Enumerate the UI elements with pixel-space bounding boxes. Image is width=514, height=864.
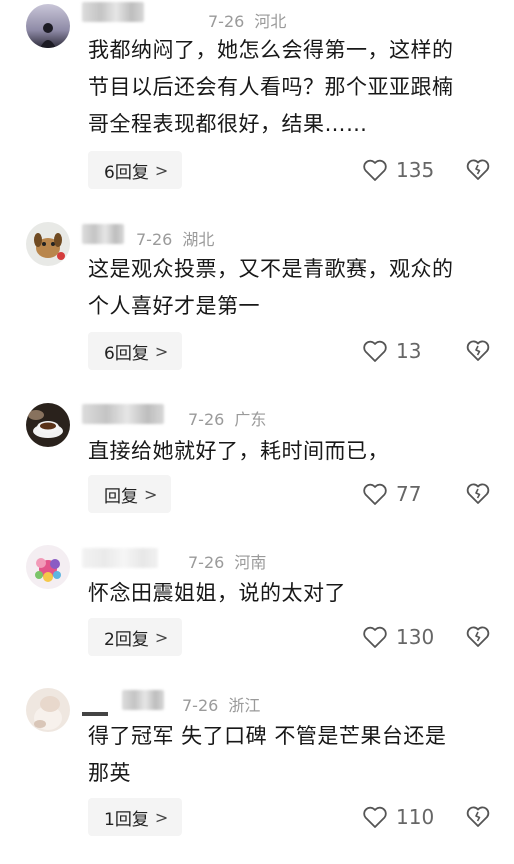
like-button[interactable]: 135 [362, 158, 434, 182]
comment-text-line: 个人喜好才是第一 [88, 294, 260, 318]
comment-text-line: 节目以后还会有人看吗？那个亚亚跟楠 [88, 75, 454, 99]
reply-count-label: 6回复 [104, 162, 149, 183]
avatar[interactable] [26, 545, 70, 589]
chevron-right-icon: > [154, 160, 169, 180]
broken-heart-icon[interactable] [466, 482, 490, 506]
comment-text-line: 得了冠军 失了口碑 不管是芒果台还是 [88, 724, 447, 748]
comment-date: 7-26 [188, 553, 225, 572]
comment-meta: 7-26 湖北 [136, 226, 214, 250]
reply-count-label: 6回复 [104, 343, 149, 364]
username-fragment [82, 712, 108, 716]
comment-text-line: 这是观众投票，又不是青歌赛，观众的 [88, 257, 454, 281]
comment-text: 我都纳闷了，她怎么会得第一，这样的 节目以后还会有人看吗？那个亚亚跟楠 哥全程表… [88, 32, 498, 143]
avatar[interactable] [26, 4, 70, 48]
comment-meta: 7-26 浙江 [182, 692, 260, 716]
broken-heart-icon[interactable] [466, 158, 490, 182]
avatar[interactable] [26, 222, 70, 266]
comment-text: 直接给她就好了，耗时间而已， [88, 433, 498, 470]
username-blurred[interactable] [82, 224, 124, 244]
chevron-right-icon: > [144, 484, 158, 504]
avatar[interactable] [26, 403, 70, 447]
broken-heart-icon[interactable] [466, 625, 490, 649]
view-replies-button[interactable]: 回复 > [88, 475, 172, 513]
comment-location: 河南 [234, 553, 267, 572]
comment-date: 7-26 [136, 230, 173, 249]
view-replies-button[interactable]: 1回复 > [88, 798, 183, 836]
view-replies-button[interactable]: 6回复 > [88, 151, 183, 189]
comment-text: 怀念田震姐姐，说的太对了 [88, 575, 498, 612]
reply-count-label: 2回复 [104, 629, 149, 650]
comment-text-line: 那英 [88, 761, 131, 785]
like-count: 77 [396, 482, 422, 506]
comment-location: 浙江 [228, 696, 261, 715]
comment-date: 7-26 [182, 696, 219, 715]
comment-text: 得了冠军 失了口碑 不管是芒果台还是 那英 [88, 718, 498, 792]
comment-meta: 7-26 河南 [188, 549, 266, 573]
username-blurred[interactable] [82, 404, 164, 424]
like-button[interactable]: 110 [362, 805, 434, 829]
comment-meta: 7-26 广东 [188, 406, 266, 430]
chevron-right-icon: > [154, 341, 169, 361]
comment-location: 广东 [234, 410, 267, 429]
broken-heart-icon[interactable] [466, 339, 490, 363]
like-count: 130 [396, 625, 435, 649]
heart-outline-icon [363, 159, 387, 181]
heart-outline-icon [363, 483, 387, 505]
comment-text-line: 我都纳闷了，她怎么会得第一，这样的 [88, 38, 454, 62]
like-button[interactable]: 77 [362, 482, 421, 506]
like-count: 110 [396, 805, 435, 829]
heart-outline-icon [363, 340, 387, 362]
like-button[interactable]: 130 [362, 625, 434, 649]
reply-count-label: 1回复 [104, 809, 149, 830]
avatar[interactable] [26, 688, 70, 732]
heart-outline-icon [363, 626, 387, 648]
view-replies-button[interactable]: 6回复 > [88, 332, 183, 370]
username-blurred[interactable] [122, 690, 164, 710]
comment-meta: 7-26 河北 [208, 8, 286, 32]
chevron-right-icon: > [154, 627, 169, 647]
heart-outline-icon [363, 806, 387, 828]
like-button[interactable]: 13 [362, 339, 421, 363]
reply-count-label: 回复 [104, 486, 138, 507]
comment-location: 河北 [254, 12, 287, 31]
comment-location: 湖北 [182, 230, 215, 249]
chevron-right-icon: > [154, 807, 169, 827]
username-blurred[interactable] [82, 548, 158, 568]
comment-text-line: 直接给她就好了，耗时间而已， [88, 439, 389, 463]
comment-text: 这是观众投票，又不是青歌赛，观众的 个人喜好才是第一 [88, 251, 498, 325]
like-count: 135 [396, 158, 435, 182]
like-count: 13 [396, 339, 422, 363]
comment-text-line: 怀念田震姐姐，说的太对了 [88, 581, 346, 605]
broken-heart-icon[interactable] [466, 805, 490, 829]
username-blurred[interactable] [82, 2, 144, 22]
comment-date: 7-26 [188, 410, 225, 429]
view-replies-button[interactable]: 2回复 > [88, 618, 183, 656]
comment-text-line: 哥全程表现都很好，结果…… [88, 112, 368, 136]
comment-date: 7-26 [208, 12, 245, 31]
